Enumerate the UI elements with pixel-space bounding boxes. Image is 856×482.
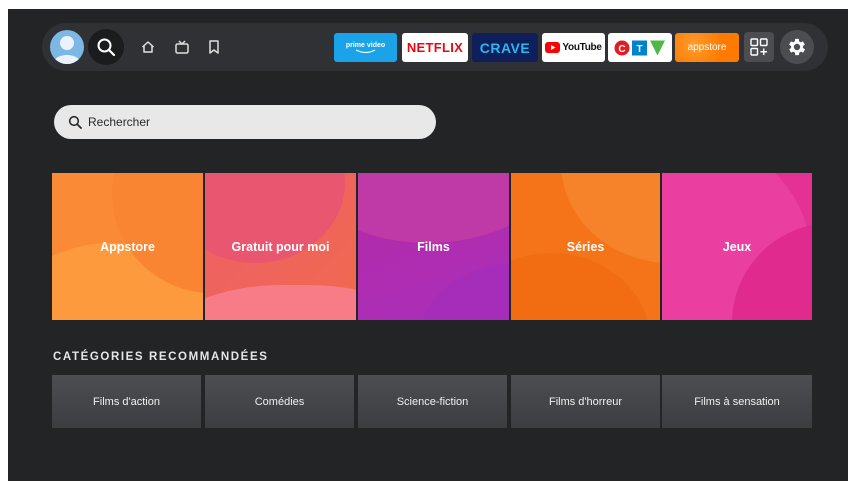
home-icon — [141, 41, 155, 53]
nav-home-button[interactable] — [130, 29, 166, 65]
app-prime-video[interactable]: prime video — [334, 33, 397, 62]
nav-apps-button[interactable] — [744, 32, 774, 62]
recommended-item-action[interactable]: Films d'action — [52, 375, 201, 428]
category-tile-series[interactable]: Séries — [511, 173, 660, 320]
top-navigation-bar: prime video NETFLIX CRAVE YouTube C T ap… — [42, 23, 828, 71]
recommended-item-comedies[interactable]: Comédies — [205, 375, 354, 428]
app-netflix[interactable]: NETFLIX — [402, 33, 468, 62]
recommended-item-label: Science-fiction — [396, 395, 469, 408]
smile-arrow-icon — [355, 48, 375, 53]
live-tv-icon — [175, 40, 189, 54]
app-youtube[interactable]: YouTube — [542, 33, 605, 62]
recommended-item-label: Films à sensation — [694, 395, 780, 408]
appstore-logo: appstore — [687, 42, 727, 53]
recommended-item-label: Films d'action — [93, 395, 160, 408]
recommended-item-science-fiction[interactable]: Science-fiction — [358, 375, 507, 428]
recommended-item-horreur[interactable]: Films d'horreur — [511, 375, 660, 428]
app-appstore[interactable]: appstore — [675, 33, 739, 62]
search-icon — [97, 38, 116, 57]
category-tile-gratuit[interactable]: Gratuit pour moi — [205, 173, 356, 320]
user-icon — [53, 36, 81, 64]
youtube-play-icon — [545, 42, 561, 53]
search-input[interactable]: Rechercher — [54, 105, 436, 139]
category-label: Jeux — [722, 239, 752, 254]
youtube-logo: YouTube — [562, 42, 602, 53]
category-label: Séries — [566, 239, 605, 254]
recommended-item-label: Films d'horreur — [548, 395, 622, 408]
category-label: Films — [417, 239, 450, 254]
netflix-logo: NETFLIX — [406, 40, 464, 55]
category-tile-films[interactable]: Films — [358, 173, 509, 320]
nav-watchlist-button[interactable] — [196, 29, 232, 65]
category-tile-appstore[interactable]: Appstore — [52, 173, 203, 320]
category-label: Gratuit pour moi — [231, 239, 330, 254]
svg-text:T: T — [636, 44, 642, 55]
app-ctv[interactable]: C T — [608, 33, 672, 62]
recommended-item-label: Comédies — [254, 395, 305, 408]
category-label: Appstore — [100, 239, 155, 254]
search-icon — [68, 115, 82, 129]
nav-settings-button[interactable] — [780, 30, 814, 64]
svg-text:C: C — [618, 44, 625, 55]
search-placeholder: Rechercher — [88, 115, 151, 129]
app-crave[interactable]: CRAVE — [472, 33, 538, 62]
profile-avatar[interactable] — [50, 30, 84, 64]
prime-video-logo: prime video — [345, 41, 386, 49]
app-grid-icon — [750, 38, 768, 56]
recommended-item-sensation[interactable]: Films à sensation — [662, 375, 812, 428]
crave-logo: CRAVE — [479, 39, 531, 56]
nav-search-button[interactable] — [88, 29, 124, 65]
category-tile-jeux[interactable]: Jeux — [662, 173, 812, 320]
bookmark-icon — [209, 40, 219, 54]
nav-live-button[interactable] — [164, 29, 200, 65]
ctv-logo: C T — [614, 40, 665, 55]
section-title-recommended: CATÉGORIES RECOMMANDÉES — [53, 351, 269, 363]
fire-tv-screen: prime video NETFLIX CRAVE YouTube C T ap… — [8, 9, 848, 481]
settings-icon — [789, 38, 805, 56]
